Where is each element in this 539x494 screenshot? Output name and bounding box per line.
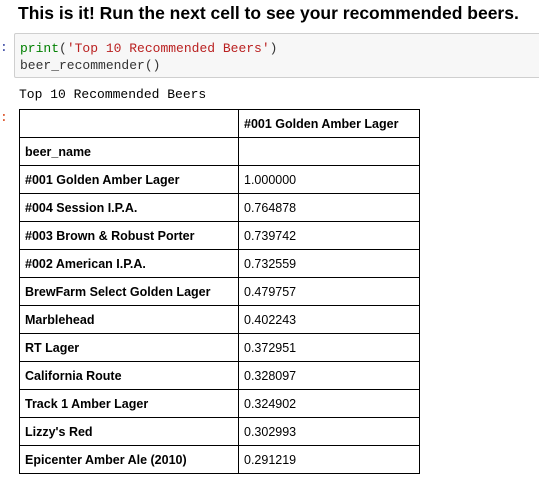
row-similarity-value: 0.764878 (238, 193, 420, 222)
dataframe-table: #001 Golden Amber Lager beer_name #001 G… (19, 109, 420, 474)
row-beer-name: RT Lager (19, 333, 239, 362)
row-beer-name: #002 American I.P.A. (19, 249, 239, 278)
row-beer-name: Marblehead (19, 305, 239, 334)
markdown-heading: This is it! Run the next cell to see you… (18, 3, 519, 23)
index-name-row: beer_name (19, 137, 420, 166)
row-beer-name: Track 1 Amber Lager (19, 389, 239, 418)
column-header: #001 Golden Amber Lager (238, 109, 420, 138)
table-row: California Route 0.328097 (19, 361, 420, 390)
input-prompt: : (0, 40, 8, 55)
corner-header (19, 109, 239, 138)
code-line-2: beer_recommender() (20, 58, 161, 73)
row-similarity-value: 0.732559 (238, 249, 420, 278)
row-similarity-value: 0.402243 (238, 305, 420, 334)
row-similarity-value: 0.479757 (238, 277, 420, 306)
code-open-paren: ( (59, 41, 67, 56)
column-header-row: #001 Golden Amber Lager (19, 109, 420, 138)
table-row: #004 Session I.P.A. 0.764878 (19, 193, 420, 222)
row-beer-name: Epicenter Amber Ale (2010) (19, 445, 239, 474)
row-similarity-value: 1.000000 (238, 165, 420, 194)
code-close-paren: ) (269, 41, 278, 56)
table-row: Lizzy's Red 0.302993 (19, 417, 420, 446)
row-similarity-value: 0.372951 (238, 333, 420, 362)
row-beer-name: #003 Brown & Robust Porter (19, 221, 239, 250)
code-line-1: print('Top 10 Recommended Beers') (20, 40, 539, 57)
table-row: BrewFarm Select Golden Lager 0.479757 (19, 277, 420, 306)
row-similarity-value: 0.302993 (238, 417, 420, 446)
row-similarity-value: 0.324902 (238, 389, 420, 418)
index-name-header: beer_name (19, 137, 239, 166)
row-beer-name: Lizzy's Red (19, 417, 239, 446)
table-body: #001 Golden Amber Lager 1.000000 #004 Sess… (19, 165, 420, 474)
row-beer-name: #001 Golden Amber Lager (19, 165, 239, 194)
row-beer-name: California Route (19, 361, 239, 390)
table-row: RT Lager 0.372951 (19, 333, 420, 362)
code-string-literal: 'Top 10 Recommended Beers' (66, 41, 270, 56)
table-row: #002 American I.P.A. 0.732559 (19, 249, 420, 278)
row-beer-name: BrewFarm Select Golden Lager (19, 277, 239, 306)
index-name-empty (238, 137, 420, 166)
table-row: #003 Brown & Robust Porter 0.739742 (19, 221, 420, 250)
table-row: Epicenter Amber Ale (2010) 0.291219 (19, 445, 420, 474)
row-similarity-value: 0.291219 (238, 445, 420, 474)
row-similarity-value: 0.739742 (238, 221, 420, 250)
table-row: Marblehead 0.402243 (19, 305, 420, 334)
stdout-output: Top 10 Recommended Beers (19, 87, 207, 102)
row-similarity-value: 0.328097 (238, 361, 420, 390)
table-row: Track 1 Amber Lager 0.324902 (19, 389, 420, 418)
table-row: #001 Golden Amber Lager 1.000000 (19, 165, 420, 194)
code-cell[interactable]: print('Top 10 Recommended Beers') beer_r… (14, 33, 539, 78)
output-prompt: : (0, 110, 8, 125)
code-print-function: print (20, 41, 60, 56)
row-beer-name: #004 Session I.P.A. (19, 193, 239, 222)
